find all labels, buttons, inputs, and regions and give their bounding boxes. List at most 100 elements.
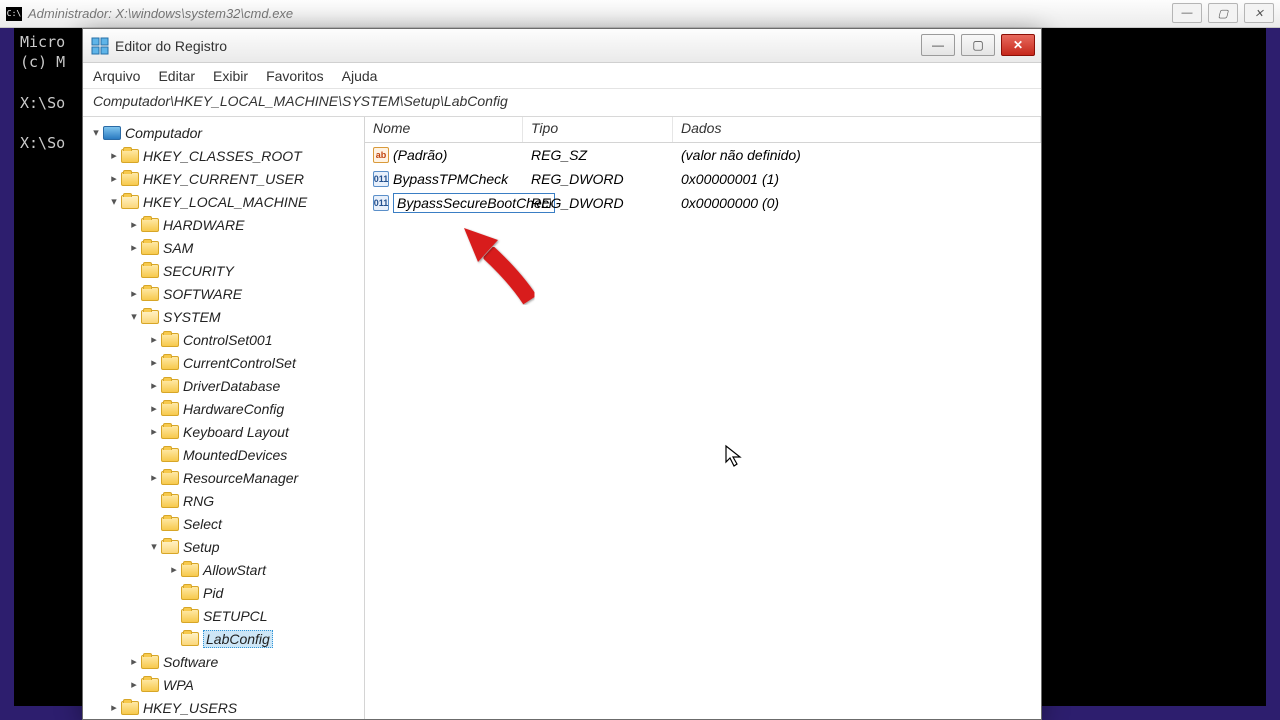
tree-label: HKEY_CLASSES_ROOT	[143, 148, 302, 164]
value-row[interactable]: ab(Padrão)REG_SZ(valor não definido)	[365, 143, 1041, 167]
expand-icon[interactable]: ▸	[147, 425, 161, 438]
string-value-icon: ab	[373, 147, 389, 163]
tree-node-allowstart[interactable]: ▸ AllowStart	[87, 558, 364, 581]
folder-icon	[181, 609, 199, 623]
menu-help[interactable]: Ajuda	[342, 68, 378, 84]
registry-tree[interactable]: ▾Computador ▸ HKEY_CLASSES_ROOT ▸ HKEY_CURRE…	[83, 117, 365, 719]
value-row[interactable]: 011REG_DWORD0x00000000 (0)	[365, 191, 1041, 215]
expand-icon[interactable]: ▸	[147, 379, 161, 392]
collapse-icon[interactable]: ▾	[127, 310, 141, 323]
minimize-button[interactable]: —	[1172, 3, 1202, 23]
folder-icon	[141, 287, 159, 301]
tree-node-currentcontrolset[interactable]: ▸CurrentControlSet	[87, 351, 364, 374]
tree-node-controlset001[interactable]: ▸ControlSet001	[87, 328, 364, 351]
tree-node-hkey-users[interactable]: ▸ HKEY_USERS	[87, 696, 364, 719]
expand-icon[interactable]: ▸	[147, 333, 161, 346]
expand-icon[interactable]: ▸	[147, 356, 161, 369]
menu-file[interactable]: Arquivo	[93, 68, 140, 84]
cmd-titlebar[interactable]: C:\ Administrador: X:\windows\system32\c…	[0, 0, 1280, 28]
expand-icon[interactable]: ▸	[127, 218, 141, 231]
menu-edit[interactable]: Editar	[158, 68, 195, 84]
tree-label: SETUPCL	[203, 608, 268, 624]
tree-node-wpa[interactable]: ▸ WPA	[87, 673, 364, 696]
column-type[interactable]: Tipo	[523, 117, 673, 142]
collapse-icon[interactable]: ▾	[107, 195, 121, 208]
close-button[interactable]: ✕	[1001, 34, 1035, 56]
expand-icon[interactable]: ▸	[107, 149, 121, 162]
folder-icon	[121, 172, 139, 186]
expand-icon[interactable]: ▸	[127, 287, 141, 300]
registry-value-list[interactable]: Nome Tipo Dados ab(Padrão)REG_SZ(valor n…	[365, 117, 1041, 719]
tree-node-software[interactable]: ▸ Software	[87, 650, 364, 673]
column-name[interactable]: Nome	[365, 117, 523, 142]
tree-label: WPA	[163, 677, 194, 693]
regedit-icon	[91, 37, 109, 55]
minimize-button[interactable]: —	[921, 34, 955, 56]
cmd-title: Administrador: X:\windows\system32\cmd.e…	[28, 6, 293, 21]
tree-node-pid[interactable]: ▸Pid	[87, 581, 364, 604]
tree-node-hardware[interactable]: ▸HARDWARE	[87, 213, 364, 236]
tree-node-hkey-local-machine[interactable]: ▾ HKEY_LOCAL_MACHINE	[87, 190, 364, 213]
column-data[interactable]: Dados	[673, 117, 1041, 142]
tree-label: HardwareConfig	[183, 401, 284, 417]
folder-icon	[121, 195, 139, 209]
expand-icon[interactable]: ▸	[167, 563, 181, 576]
tree-node-hkey-classes-root[interactable]: ▸ HKEY_CLASSES_ROOT	[87, 144, 364, 167]
tree-label: HKEY_USERS	[143, 700, 237, 716]
tree-label: MountedDevices	[183, 447, 287, 463]
expand-icon[interactable]: ▸	[127, 678, 141, 691]
list-header[interactable]: Nome Tipo Dados	[365, 117, 1041, 143]
menubar: Arquivo Editar Exibir Favoritos Ajuda	[83, 63, 1041, 89]
collapse-icon[interactable]: ▾	[89, 126, 103, 139]
menu-favorites[interactable]: Favoritos	[266, 68, 324, 84]
folder-icon	[141, 218, 159, 232]
maximize-button[interactable]: ▢	[961, 34, 995, 56]
expand-icon[interactable]: ▸	[107, 701, 121, 714]
tree-node-setup[interactable]: ▾Setup	[87, 535, 364, 558]
tree-node-setupcl[interactable]: ▸SETUPCL	[87, 604, 364, 627]
tree-node-system[interactable]: ▾SYSTEM	[87, 305, 364, 328]
address-bar[interactable]: Computador\HKEY_LOCAL_MACHINE\SYSTEM\Set…	[83, 89, 1041, 117]
tree-label: RNG	[183, 493, 214, 509]
tree-node-mounteddevices[interactable]: ▸MountedDevices	[87, 443, 364, 466]
menu-view[interactable]: Exibir	[213, 68, 248, 84]
folder-icon	[141, 678, 159, 692]
folder-icon	[161, 471, 179, 485]
cmd-icon: C:\	[6, 7, 22, 21]
tree-label: SAM	[163, 240, 193, 256]
tree-node-hkey-current-user[interactable]: ▸ HKEY_CURRENT_USER	[87, 167, 364, 190]
tree-node-rng[interactable]: ▸RNG	[87, 489, 364, 512]
tree-label: Software	[163, 654, 218, 670]
folder-icon	[181, 586, 199, 600]
maximize-button[interactable]: ▢	[1208, 3, 1238, 23]
tree-node-labconfig[interactable]: ▸LabConfig	[87, 627, 364, 650]
tree-node-resourcemanager[interactable]: ▸ResourceManager	[87, 466, 364, 489]
tree-node-computador[interactable]: ▾Computador	[87, 121, 364, 144]
tree-node-security[interactable]: ▸SECURITY	[87, 259, 364, 282]
expand-icon[interactable]: ▸	[127, 655, 141, 668]
expand-icon[interactable]: ▸	[147, 402, 161, 415]
regedit-titlebar[interactable]: Editor do Registro — ▢ ✕	[83, 29, 1041, 63]
tree-node-hardwareconfig[interactable]: ▸ HardwareConfig	[87, 397, 364, 420]
tree-node-driverdatabase[interactable]: ▸ DriverDatabase	[87, 374, 364, 397]
tree-node-sam[interactable]: ▸ SAM	[87, 236, 364, 259]
collapse-icon[interactable]: ▾	[147, 540, 161, 553]
value-type: REG_DWORD	[523, 195, 673, 211]
tree-label: HKEY_CURRENT_USER	[143, 171, 304, 187]
expand-icon[interactable]: ▸	[127, 241, 141, 254]
folder-icon	[161, 517, 179, 531]
tree-node-software[interactable]: ▸SOFTWARE	[87, 282, 364, 305]
expand-icon[interactable]: ▸	[147, 471, 161, 484]
value-type: REG_DWORD	[523, 171, 673, 187]
value-name: BypassTPMCheck	[393, 171, 508, 187]
tree-label: AllowStart	[203, 562, 266, 578]
folder-icon	[161, 425, 179, 439]
tree-label: HKEY_LOCAL_MACHINE	[143, 194, 307, 210]
expand-icon[interactable]: ▸	[107, 172, 121, 185]
close-button[interactable]: ✕	[1244, 3, 1274, 23]
value-row[interactable]: 011BypassTPMCheckREG_DWORD0x00000001 (1)	[365, 167, 1041, 191]
tree-node-keyboard-layout[interactable]: ▸Keyboard Layout	[87, 420, 364, 443]
tree-node-select[interactable]: ▸Select	[87, 512, 364, 535]
tree-label: DriverDatabase	[183, 378, 280, 394]
tree-label: Pid	[203, 585, 223, 601]
